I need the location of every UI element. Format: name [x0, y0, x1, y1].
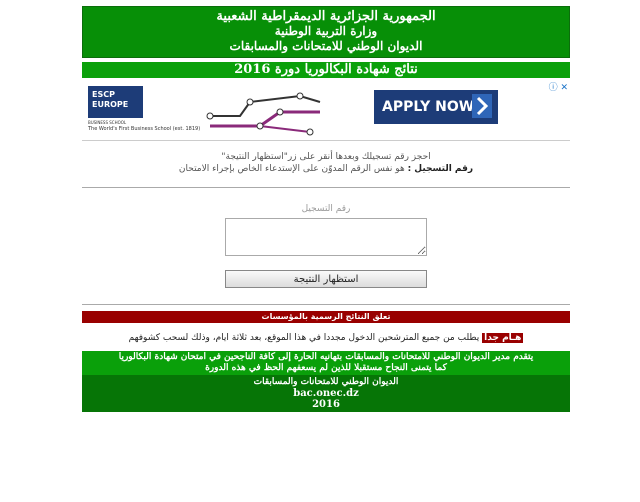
ad-banner[interactable]: ESCP EUROPE BUSINESS SCHOOL The World's …: [82, 80, 570, 141]
registration-number-input[interactable]: [225, 218, 427, 256]
close-icon[interactable]: ✕: [560, 83, 568, 93]
instructions-reg-desc: هو نفس الرقم المدوّن على الإستدعاء الخاص…: [178, 164, 408, 174]
chevron-right-icon: [472, 94, 492, 118]
ad-logo-text: ESCP EUROPE: [92, 90, 129, 109]
apply-now-button[interactable]: APPLY NOW: [374, 90, 498, 124]
apply-now-label: APPLY NOW: [382, 99, 475, 115]
instructions-line1: احجز رقم تسجيلك وبعدها أنقر على زر"استظه…: [221, 152, 431, 162]
header-office: الديوان الوطني للامتحانات والمسابقات: [229, 39, 423, 53]
instructions-reg-label: رقم التسجيل :: [407, 164, 474, 174]
site-header: الجمهورية الجزائرية الديمقراطية الشعبية …: [82, 6, 570, 58]
show-result-button[interactable]: استظهار النتيجة: [225, 270, 427, 288]
instructions-line2: رقم التسجيل : هو نفس الرقم المدوّن على ا…: [82, 163, 570, 175]
registration-label: رقم التسجيل: [301, 204, 351, 214]
footer-congrats: يتقدم مدير الديوان الوطني للامتحانات وال…: [82, 351, 570, 375]
header-ministry: وزارة التربية الوطنية: [274, 24, 378, 38]
footer-org-block: الديوان الوطني للامتحانات والمسابقات bac…: [82, 375, 570, 412]
site-footer: يتقدم مدير الديوان الوطني للامتحانات وال…: [82, 351, 570, 412]
important-badge: هـام جدا: [482, 333, 524, 343]
footer-year: 2016: [312, 399, 340, 410]
instructions: احجز رقم تسجيلك وبعدها أنقر على زر"استظه…: [82, 151, 570, 175]
footer-congrats-line2: كما يتمنى النجاح مستقبلا للذين لم يسعفهم…: [205, 363, 447, 373]
ad-logo-sub: BUSINESS SCHOOL: [88, 120, 127, 125]
footer-site: bac.onec.dz: [293, 388, 359, 399]
ad-controls: ⓘ ✕: [549, 80, 568, 93]
divider: [82, 304, 570, 305]
footer-org: الديوان الوطني للامتحانات والمسابقات: [253, 377, 399, 387]
footer-congrats-line1: يتقدم مدير الديوان الوطني للامتحانات وال…: [118, 352, 534, 362]
results-title: نتائج شهادة البكالوريا دورة 2016: [82, 62, 570, 78]
ad-logo[interactable]: ESCP EUROPE: [88, 86, 143, 118]
page-container: الجمهورية الجزائرية الديمقراطية الشعبية …: [82, 6, 570, 412]
notice-text: يطلب من جميع المترشحين الدخول مجددا في ه…: [128, 333, 483, 343]
header-republic: الجمهورية الجزائرية الديمقراطية الشعبية: [216, 9, 436, 24]
info-icon[interactable]: ⓘ: [549, 83, 558, 93]
announcement-bar: تعلق النتائج الرسمية بالمؤسسات: [82, 311, 570, 323]
divider: [82, 187, 570, 188]
important-notice: هـام جدا يطلب من جميع المترشحين الدخول م…: [82, 333, 570, 343]
ad-network-graphic: [206, 92, 321, 136]
ad-tagline: The World's First Business School (est. …: [88, 126, 201, 132]
